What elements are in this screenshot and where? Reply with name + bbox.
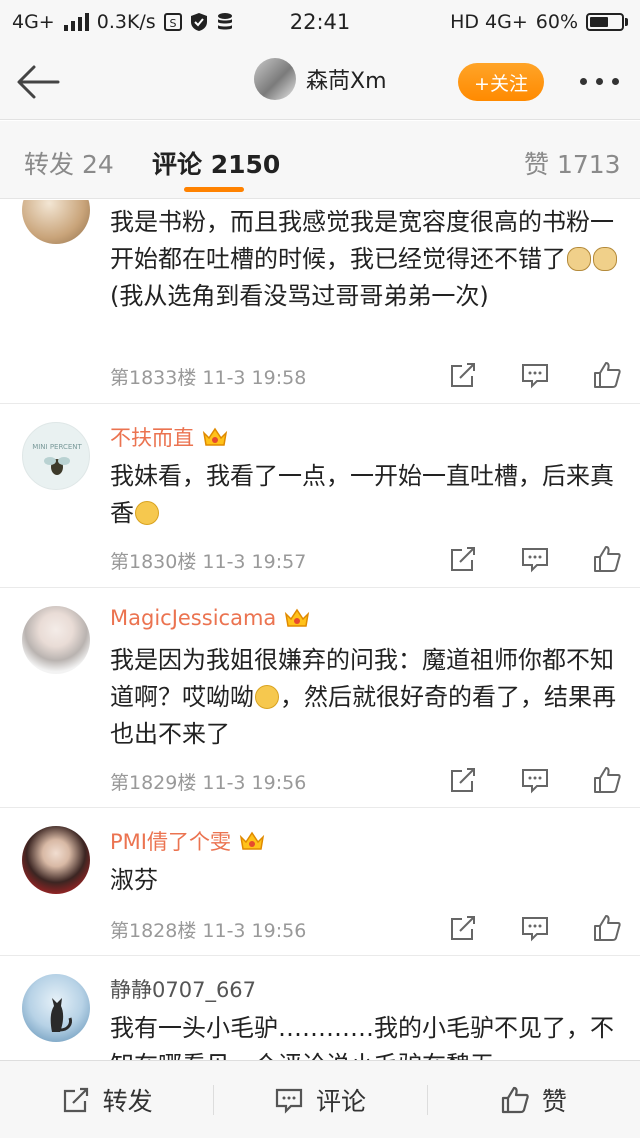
commenter-name-text[interactable]: 不扶而直 xyxy=(110,422,194,452)
comment-button[interactable]: 评论 xyxy=(213,1061,426,1138)
battery-percent: 60% xyxy=(535,11,578,33)
comment-item: MagicJessicama 我是因为我姐很嫌弃的问我：魔道祖师你都不知道啊？哎… xyxy=(0,588,640,808)
like-icon[interactable] xyxy=(592,913,622,943)
tab-bar: 转发 24 评论 2150 赞 1713 xyxy=(0,121,640,199)
tab-repost[interactable]: 转发 24 xyxy=(24,145,114,181)
repost-icon xyxy=(63,1087,88,1112)
database-icon xyxy=(217,13,232,30)
like-label: 赞 xyxy=(541,1086,567,1116)
tab-likes[interactable]: 赞 1713 xyxy=(524,145,621,181)
author-avatar[interactable] xyxy=(254,58,296,100)
comment-icon[interactable] xyxy=(520,913,550,943)
commenter-avatar[interactable]: MINI PERCENT xyxy=(22,422,90,490)
commenter-avatar[interactable] xyxy=(22,826,90,894)
smile-emoji-icon xyxy=(135,501,159,525)
svg-text:MINI PERCENT: MINI PERCENT xyxy=(32,443,82,451)
clock: 22:41 xyxy=(289,10,351,34)
like-button[interactable]: 赞 xyxy=(426,1061,640,1138)
like-icon xyxy=(501,1086,529,1113)
network-indicator: 4G+ xyxy=(12,11,55,33)
commenter-name-text[interactable]: PMI倩了个雯 xyxy=(110,826,231,856)
dot-icon xyxy=(596,78,603,85)
bottom-action-bar: 转发 评论 赞 xyxy=(0,1060,640,1138)
repost-icon[interactable] xyxy=(448,360,478,390)
network-speed: 0.3K/s xyxy=(96,11,156,33)
comment-item: 我是书粉，而且我感觉我是宽容度很高的书粉一开始都在吐槽的时候，我已经觉得还不错了… xyxy=(0,200,640,404)
active-tab-indicator xyxy=(184,187,244,192)
dot-icon xyxy=(580,78,587,85)
comment-text: 淑芬 xyxy=(110,866,158,894)
comment-actions xyxy=(448,544,622,574)
repost-icon[interactable] xyxy=(448,913,478,943)
comment-text: 我是书粉，而且我感觉我是宽容度很高的书粉一开始都在吐槽的时候，我已经觉得还不错了… xyxy=(110,204,622,315)
commenter-name-text[interactable]: MagicJessicama xyxy=(110,606,276,630)
comment-list[interactable]: 我是书粉，而且我感觉我是宽容度很高的书粉一开始都在吐槽的时候，我已经觉得还不错了… xyxy=(0,200,640,1060)
comment-text: 我是因为我姐很嫌弃的问我：魔道祖师你都不知道啊？哎呦呦 ，然后就很好奇的看了，结果… xyxy=(110,646,616,748)
comment-icon[interactable] xyxy=(520,544,550,574)
comment-text: 我有一头小毛驴…………我的小毛驴不见了，不知在哪看见一个评论说小毛驴在魏无 xyxy=(110,1014,614,1060)
comment-item: MINI PERCENT 不扶而直 我妹看，我看了一点，一开始一直吐槽，后来真香… xyxy=(0,404,640,588)
like-icon[interactable] xyxy=(592,360,622,390)
comment-icon[interactable] xyxy=(520,765,550,795)
comment-meta: 第1830楼 11-3 19:57 xyxy=(110,551,307,573)
author-info[interactable]: 森苘Xm xyxy=(254,58,387,100)
vip-crown-icon xyxy=(285,608,310,627)
comment-meta: 第1828楼 11-3 19:56 xyxy=(110,920,307,942)
svg-text:S: S xyxy=(169,17,176,30)
vip-crown-icon xyxy=(239,831,265,850)
comment-label: 评论 xyxy=(315,1086,366,1116)
tab-comments[interactable]: 评论 2150 xyxy=(152,145,280,181)
doge-emoji-icon xyxy=(567,247,591,271)
commenter-avatar[interactable] xyxy=(22,606,90,674)
commenter-name[interactable]: PMI倩了个雯 xyxy=(110,826,265,856)
commenter-name[interactable]: 不扶而直 xyxy=(110,422,228,452)
like-icon[interactable] xyxy=(592,765,622,795)
repost-icon[interactable] xyxy=(448,544,478,574)
commenter-name[interactable]: MagicJessicama xyxy=(110,606,310,630)
commenter-avatar[interactable] xyxy=(22,974,90,1042)
back-button[interactable] xyxy=(14,62,62,102)
dot-icon xyxy=(612,78,619,85)
follow-button[interactable]: +关注 xyxy=(458,63,544,101)
commenter-avatar[interactable] xyxy=(22,200,90,244)
like-icon[interactable] xyxy=(592,544,622,574)
comment-actions xyxy=(448,360,622,390)
doge-emoji-icon xyxy=(593,247,617,271)
bee-avatar-icon: MINI PERCENT xyxy=(32,443,83,475)
comment-actions xyxy=(448,765,622,795)
back-arrow-icon xyxy=(17,65,60,99)
status-bar: 4G+ 0.3K/s S 22:41 HD 4G+ 60% xyxy=(0,0,640,44)
commenter-name[interactable]: 静静0707_667 xyxy=(110,974,256,1004)
comment-icon xyxy=(275,1088,303,1114)
author-name[interactable]: 森苘Xm xyxy=(306,63,387,95)
more-options-button[interactable] xyxy=(580,78,619,85)
vip-crown-icon xyxy=(202,427,228,446)
comment-item: PMI倩了个雯 淑芬 第1828楼 11-3 19:56 xyxy=(0,808,640,956)
repost-button[interactable]: 转发 xyxy=(0,1061,213,1138)
comment-meta: 第1829楼 11-3 19:56 xyxy=(110,772,307,794)
shield-icon xyxy=(190,13,207,31)
comment-icon[interactable] xyxy=(520,360,550,390)
comment-text: 我妹看，我看了一点，一开始一直吐槽，后来真香 xyxy=(110,462,614,527)
comment-meta: 第1833楼 11-3 19:58 xyxy=(110,367,307,389)
commenter-name-text[interactable]: 静静0707_667 xyxy=(110,974,256,1004)
network-indicator-hd: HD 4G+ xyxy=(450,11,528,33)
nav-bar: 森苘Xm +关注 xyxy=(0,44,640,120)
comment-item: 静静0707_667 我有一头小毛驴…………我的小毛驴不见了，不知在哪看见一个评… xyxy=(0,956,640,1060)
laugh-cry-emoji-icon xyxy=(255,685,279,709)
battery-icon xyxy=(586,13,628,31)
cat-avatar-icon xyxy=(50,998,72,1032)
comment-actions xyxy=(448,913,622,943)
repost-label: 转发 xyxy=(102,1086,153,1116)
s-app-icon: S xyxy=(163,13,182,31)
signal-icon xyxy=(63,13,89,31)
repost-icon[interactable] xyxy=(448,765,478,795)
